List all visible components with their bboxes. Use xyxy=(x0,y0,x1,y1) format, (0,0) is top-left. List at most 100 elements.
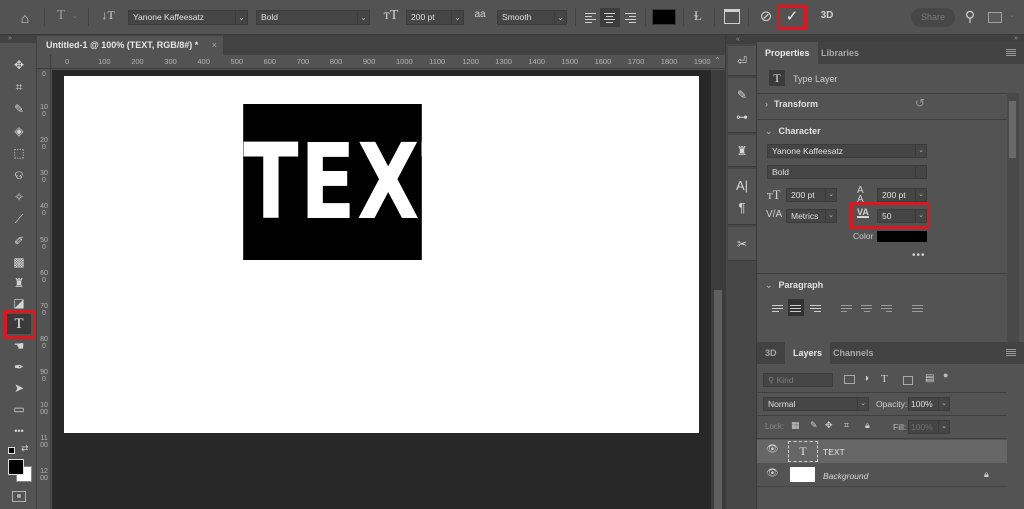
scroll-up-arrow[interactable]: ⌃ xyxy=(714,56,721,65)
filter-adjustment-icon[interactable]: ◑ xyxy=(863,373,869,384)
leading-field[interactable]: 200 pt ⌄ xyxy=(877,188,927,202)
filter-smart-object-icon[interactable]: ▤ xyxy=(925,373,934,384)
character-icon[interactable]: A| xyxy=(728,177,756,195)
paragraph-align-left[interactable] xyxy=(772,303,785,314)
font-family-select[interactable]: Yanone Kaffeesatz ⌄ xyxy=(767,144,927,158)
panel-menu-icon[interactable] xyxy=(1006,349,1016,357)
ruler-origin[interactable] xyxy=(37,55,51,69)
canvas-workspace[interactable]: TEXT xyxy=(52,70,711,509)
paragraph-icon[interactable]: ¶ xyxy=(728,199,756,217)
home-icon[interactable]: ⌂ xyxy=(15,9,35,27)
align-center-button[interactable] xyxy=(600,8,620,27)
marquee-tool-icon[interactable]: ⬚ xyxy=(7,143,31,163)
filter-type-icon[interactable]: T xyxy=(881,373,888,385)
align-right-button[interactable] xyxy=(625,11,638,23)
quick-mask-icon[interactable] xyxy=(12,491,26,502)
healing-tool-icon[interactable]: ⟋ xyxy=(7,209,31,229)
paragraph-align-center[interactable] xyxy=(788,299,804,316)
filter-pixel-icon[interactable] xyxy=(844,375,855,384)
layer-filter-select[interactable]: ⚲ Kind xyxy=(763,373,833,387)
move-tool-icon[interactable]: ✥ xyxy=(7,55,31,75)
filter-toggle-icon[interactable]: ● xyxy=(943,370,948,380)
more-tools-icon[interactable]: ••• xyxy=(7,421,31,441)
opacity-field[interactable]: 100% ⌄ xyxy=(908,397,950,411)
text-orientation-icon[interactable]: ↓T xyxy=(98,8,118,23)
path-selection-tool-icon[interactable]: ➤ xyxy=(7,378,31,398)
scrollbar-thumb[interactable] xyxy=(1009,101,1016,158)
3d-button[interactable]: 3D xyxy=(817,10,837,21)
search-icon[interactable]: ⚲ xyxy=(962,7,978,25)
default-colors-icon[interactable] xyxy=(8,447,15,454)
close-icon[interactable]: × xyxy=(212,36,217,54)
visibility-eye-icon[interactable]: 👁︎ xyxy=(766,444,779,455)
vertical-scrollbar[interactable]: ⌃ xyxy=(711,56,725,509)
expand-dock-button[interactable]: « xyxy=(726,35,758,44)
adjustments-icon[interactable]: ⊶ xyxy=(728,108,756,126)
lock-artboard-icon[interactable]: ⌗ xyxy=(844,420,849,431)
kerning-select[interactable]: Metrics ⌄ xyxy=(786,209,837,223)
lock-position-icon[interactable]: ✥ xyxy=(825,420,833,431)
commit-check-icon[interactable]: ✓ xyxy=(782,8,802,26)
justify-last-right[interactable] xyxy=(881,303,894,314)
tracking-field[interactable]: 50 ⌄ xyxy=(877,209,927,223)
eyedropper-tool-icon[interactable]: ✎ xyxy=(7,99,31,119)
lock-transparent-pixels-icon[interactable]: ▦ xyxy=(791,420,800,431)
collapse-toolbar-button[interactable]: » xyxy=(0,35,37,43)
font-size-select[interactable]: 200 pt ⌄ xyxy=(406,10,464,25)
fill-field[interactable]: 100% ⌄ xyxy=(908,420,950,434)
font-style-select[interactable]: Bold ⌄ xyxy=(256,10,370,25)
rectangle-tool-icon[interactable]: ▭ xyxy=(7,399,31,419)
clone-source-icon[interactable]: ♜ xyxy=(728,142,756,160)
visibility-eye-icon[interactable]: 👁︎ xyxy=(766,468,779,479)
tab-3d[interactable]: 3D xyxy=(757,342,785,364)
font-style-select[interactable]: Bold xyxy=(767,165,927,179)
text-color-swatch[interactable] xyxy=(877,231,927,242)
font-family-select[interactable]: Yanone Kaffeesatz ⌄ xyxy=(128,10,248,25)
paragraph-section-toggle[interactable]: ⌄ Paragraph xyxy=(765,280,823,291)
tab-libraries[interactable]: Libraries xyxy=(813,42,867,64)
antialias-select[interactable]: Smooth ⌄ xyxy=(497,10,567,25)
panel-menu-icon[interactable] xyxy=(1006,49,1016,57)
pattern-tool-icon[interactable]: ▩ xyxy=(7,252,31,272)
filter-shape-icon[interactable] xyxy=(903,376,913,385)
reset-transform-icon[interactable]: ↺ xyxy=(915,96,925,110)
lock-all-icon[interactable]: 🔒︎ xyxy=(865,420,870,431)
share-button[interactable]: Share xyxy=(911,8,955,27)
text-layer-content[interactable]: TEXT xyxy=(243,104,476,260)
scrollbar-thumb[interactable] xyxy=(714,290,722,509)
paint-bucket-tool-icon[interactable]: ◈ xyxy=(7,121,31,141)
align-left-button[interactable] xyxy=(585,11,598,23)
collapse-panels-button[interactable]: » xyxy=(757,35,1024,42)
layer-row-background[interactable]: 👁︎ Background 🔒︎ xyxy=(757,464,1007,487)
paragraph-align-right[interactable] xyxy=(810,303,823,314)
character-section-toggle[interactable]: ⌄ Character xyxy=(765,126,821,137)
blend-mode-select[interactable]: Normal ⌄ xyxy=(763,397,869,411)
transform-section-toggle[interactable]: › Transform xyxy=(765,99,818,109)
foreground-color-swatch[interactable] xyxy=(8,459,24,475)
text-color-swatch[interactable] xyxy=(652,9,676,25)
font-size-field[interactable]: 200 pt ⌄ xyxy=(786,188,837,202)
character-panel-icon[interactable] xyxy=(724,9,740,24)
cancel-icon[interactable]: ⊘ xyxy=(757,8,775,26)
workspace-icon[interactable] xyxy=(988,12,1002,23)
warp-text-icon[interactable]: Ɫ xyxy=(689,8,707,24)
crop-tool-icon[interactable]: ⌗ xyxy=(7,77,31,97)
chevron-down-icon[interactable]: ⌄ xyxy=(72,12,78,20)
lasso-tool-icon[interactable]: ଡ xyxy=(7,165,31,185)
tab-properties[interactable]: Properties xyxy=(757,42,818,64)
smudge-tool-icon[interactable]: ☚ xyxy=(7,336,31,356)
brush-settings-icon[interactable]: ✎ xyxy=(728,86,756,104)
tab-layers[interactable]: Layers xyxy=(785,342,831,364)
properties-scrollbar[interactable] xyxy=(1007,93,1019,345)
justify-last-center[interactable] xyxy=(861,303,874,314)
document-canvas[interactable]: TEXT xyxy=(64,76,699,433)
clone-stamp-tool-icon[interactable]: ♜ xyxy=(7,273,31,293)
chevron-down-icon[interactable]: ⌄ xyxy=(1009,11,1015,19)
more-options-button[interactable]: ••• xyxy=(912,250,926,261)
tool-presets-icon[interactable]: ✂ xyxy=(728,235,756,253)
lock-image-pixels-icon[interactable]: ✎ xyxy=(810,420,818,431)
layer-row-text[interactable]: 👁︎ T TEXT xyxy=(757,440,1007,463)
history-icon[interactable]: ⏎ xyxy=(728,52,756,70)
pen-tool-icon[interactable]: ✒ xyxy=(7,357,31,377)
magic-wand-tool-icon[interactable]: ✧ xyxy=(7,187,31,207)
